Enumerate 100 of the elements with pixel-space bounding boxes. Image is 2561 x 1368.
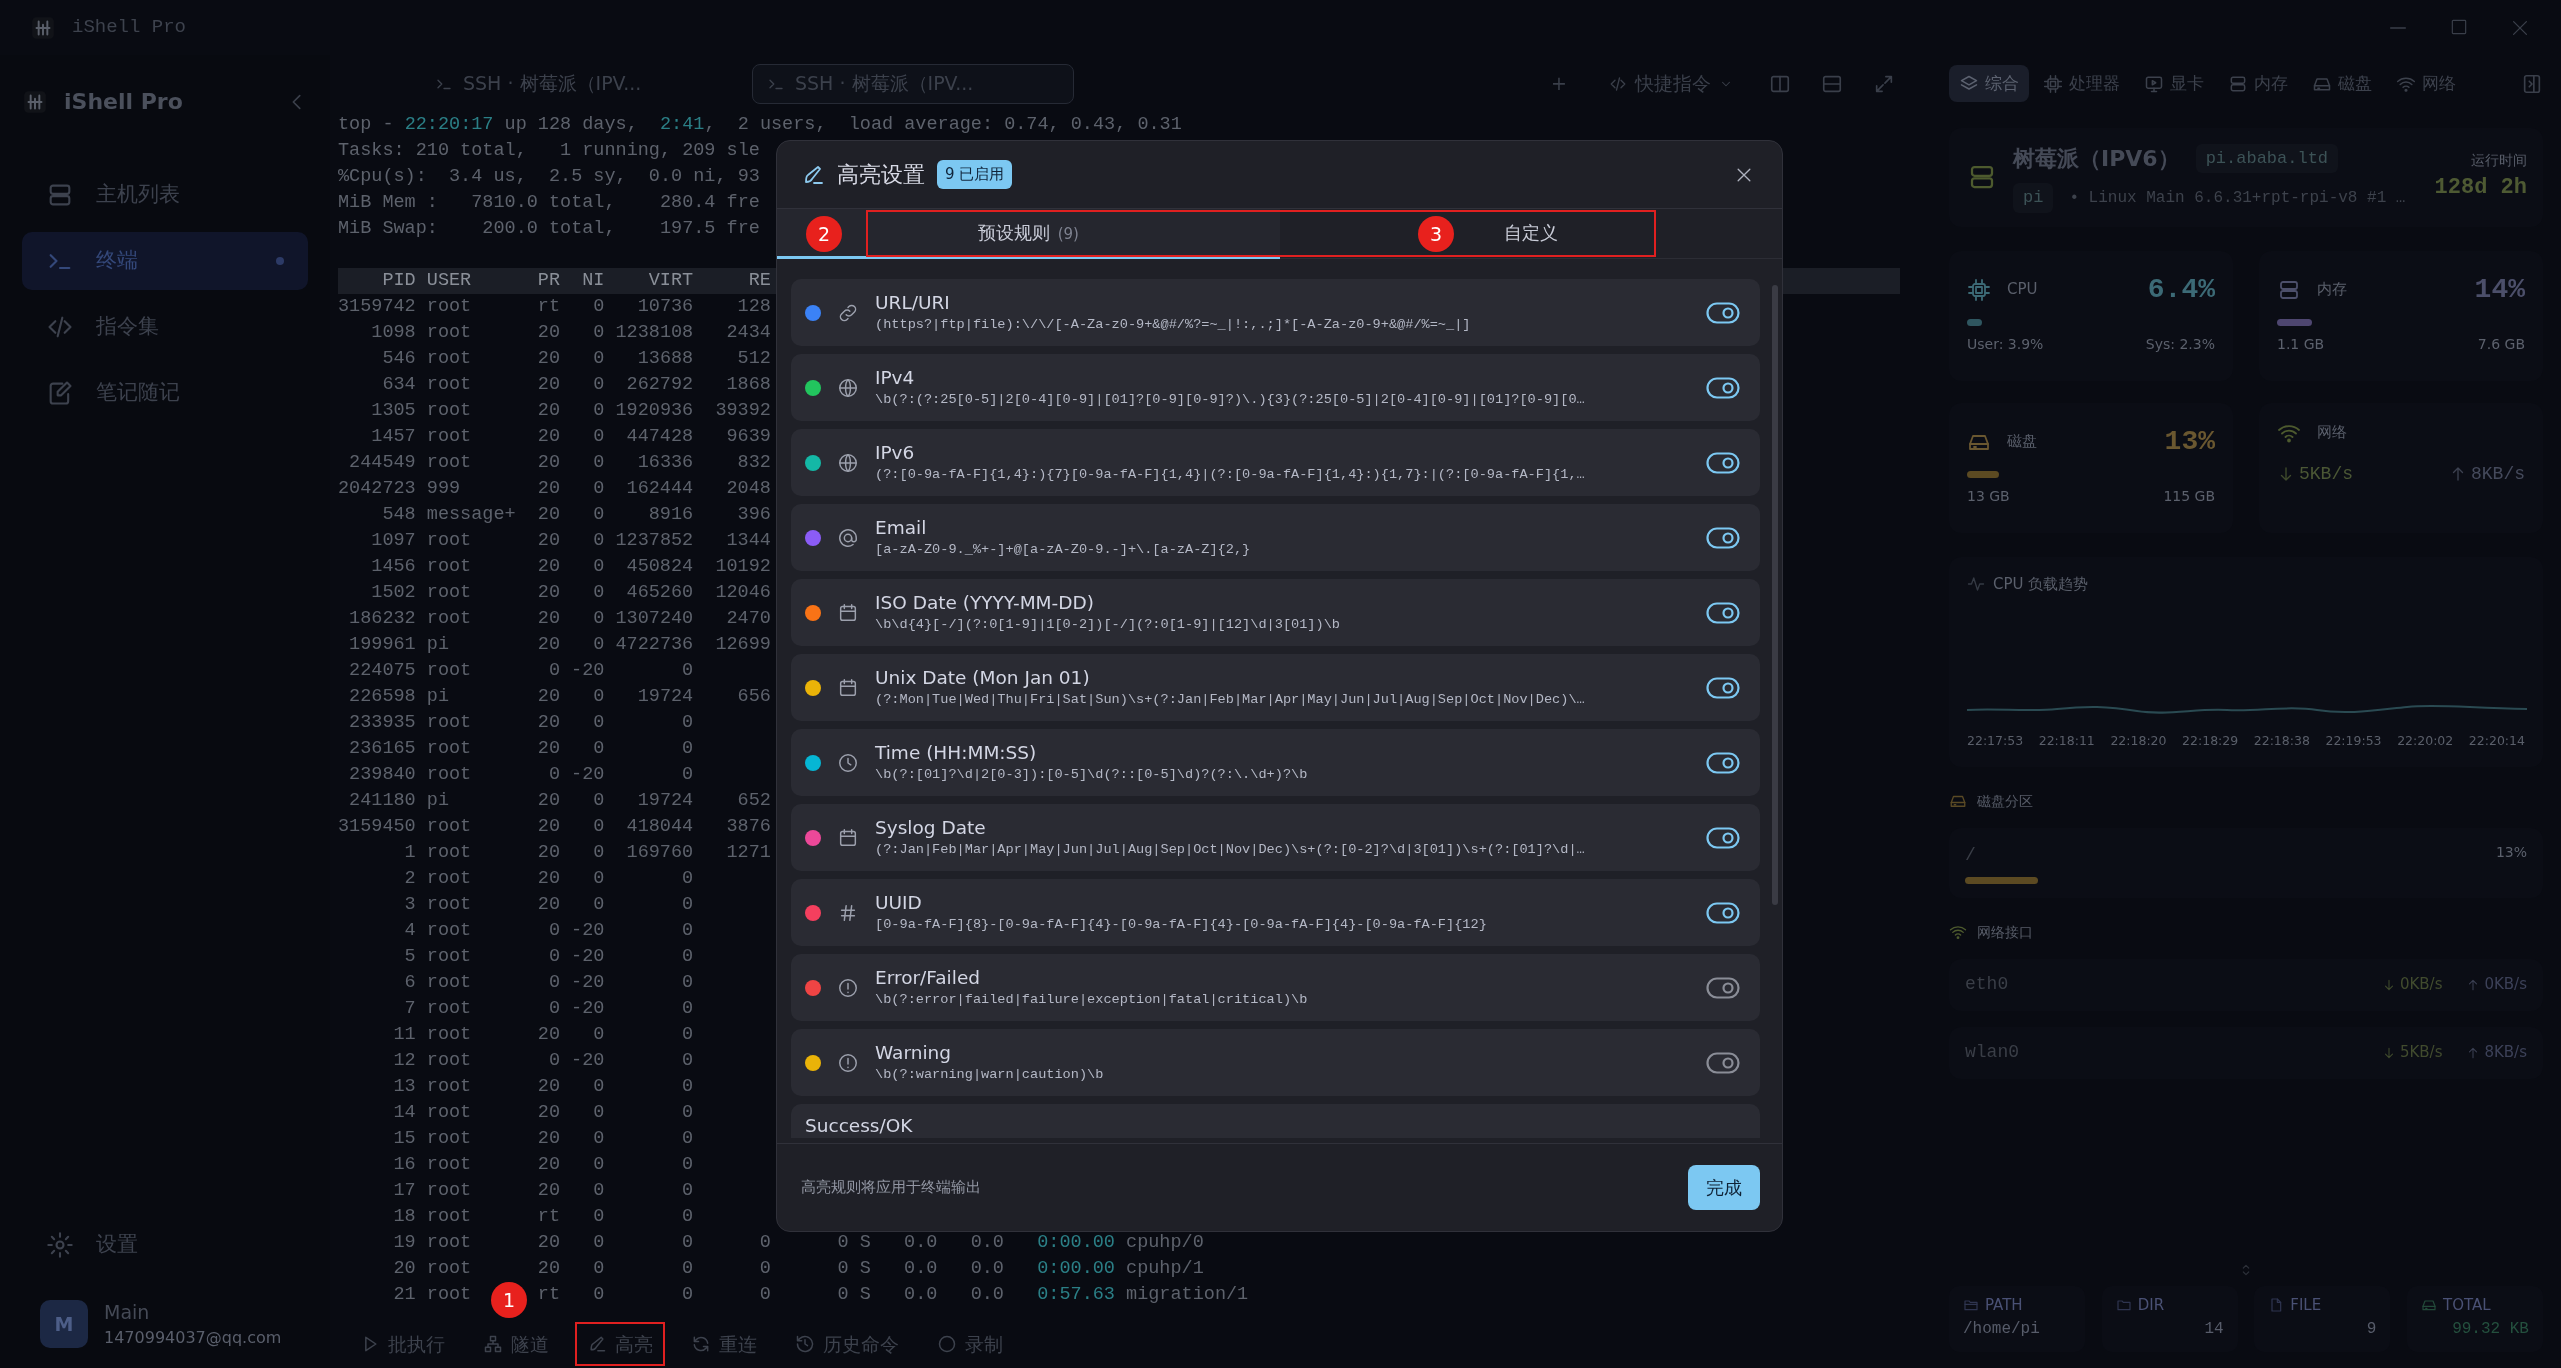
code-icon — [1609, 74, 1627, 93]
visibility-toggle[interactable] — [1706, 525, 1740, 550]
table-cell-text: -20 — [571, 763, 605, 787]
network-icon — [483, 1334, 503, 1354]
table-cell-text: root — [426, 1283, 472, 1307]
stat-label: 磁盘 — [2007, 431, 2037, 453]
table-cell-text: 0 — [681, 945, 694, 969]
table-cell-text: 20 — [536, 841, 560, 865]
table-cell-text: 1237852 — [615, 529, 694, 553]
section-title: 磁盘分区 — [1977, 791, 2033, 811]
toolbar-button[interactable]: 批执行 — [348, 1321, 457, 1367]
done-button[interactable]: 完成 — [1688, 1165, 1760, 1210]
table-cell-text: 20 — [536, 451, 560, 475]
table-cell-text: 0 — [681, 1101, 694, 1125]
download-rate: 5KB/s — [2299, 462, 2353, 486]
table-cell-text: 0 — [592, 373, 605, 397]
at-sign-icon — [837, 526, 859, 549]
table-cell-text: 3 — [403, 893, 416, 917]
toolbar-button[interactable]: 历史命令 — [783, 1321, 911, 1367]
toolbar-button[interactable]: 重连 — [679, 1321, 769, 1367]
monitor-tab[interactable]: 内存 — [2218, 64, 2298, 103]
visibility-toggle[interactable] — [1706, 300, 1740, 325]
table-cell-text: 4 — [403, 919, 416, 943]
table-cell-text: 0 — [592, 737, 605, 761]
rule-pattern: (?:[0-9a-fA-F]{1,4}:){7}[0-9a-fA-F]{1,4}|(?:[0-9a-fA-F]{1,4}:){1,7}:|(?:[0-9a-fA-F]{1,… — [875, 465, 1585, 484]
table-cell-text: 2434 — [725, 321, 771, 345]
table-cell-text: 20 — [536, 711, 560, 735]
table-cell-text: 0 — [681, 737, 694, 761]
visibility-toggle[interactable] — [1706, 900, 1740, 925]
table-cell-text: 0 — [681, 1049, 694, 1073]
rule-pattern: \b(?:(?:25[0-5]|2[0-4][0-9]|[01]?[0-9][0-9]?)\.){3}(?:25[0-5]|2[0-4][0-9]|[01]?[0-9][0… — [875, 390, 1585, 409]
table-cell-text: 0.0 — [969, 1257, 1004, 1281]
table-cell-text: S — [859, 1283, 871, 1307]
info-value: 14 — [2203, 1318, 2224, 1340]
table-cell-text: 1456 — [370, 555, 416, 579]
toolbar-button[interactable]: 隧道 — [471, 1321, 561, 1367]
visibility-toggle[interactable] — [1706, 1050, 1740, 1075]
visibility-toggle[interactable] — [1706, 600, 1740, 625]
nav-item[interactable]: 指令集 — [22, 298, 308, 356]
table-cell-text: 0 — [547, 919, 560, 943]
exclamation-icon — [837, 976, 859, 999]
table-cell-text: 0 — [592, 581, 605, 605]
stat-detail: 115 GB — [2163, 486, 2215, 506]
clock-icon — [837, 751, 859, 774]
table-cell-text: 656 — [736, 685, 771, 709]
table-cell-text: 0 — [592, 711, 605, 735]
footer-note: 高亮规则将应用于终端输出 — [801, 1177, 981, 1199]
table-cell-text: 19724 — [636, 789, 694, 813]
new-tab-button[interactable]: + — [1545, 68, 1573, 99]
toolbar-button[interactable]: 录制 — [925, 1321, 1015, 1367]
table-cell-text: 7 — [403, 997, 416, 1021]
table-cell-text: 20 — [536, 607, 560, 631]
monitor-tab[interactable]: 综合 — [1949, 64, 2029, 103]
stat-value: 6.4% — [2147, 272, 2215, 307]
snippets-dropdown[interactable]: 快捷指令 — [1603, 68, 1739, 99]
column-header: VIRT — [647, 269, 694, 293]
table-cell-text: 239840 — [348, 763, 416, 787]
table-cell-text: 20 — [536, 893, 560, 917]
table-cell-text: 0 — [592, 1101, 605, 1125]
table-cell-text: 15 — [392, 1127, 416, 1151]
column-header: USER — [426, 269, 472, 293]
table-cell-text: -20 — [571, 1049, 605, 1073]
user-avatar[interactable]: M — [40, 1299, 88, 1348]
toolbar-button[interactable]: 高亮 — [575, 1321, 665, 1367]
table-cell-text: 0.0 — [903, 1231, 938, 1255]
monitor-tab[interactable]: 显卡 — [2134, 64, 2214, 103]
table-cell-text: root — [426, 763, 472, 787]
active-dot — [276, 257, 284, 265]
visibility-toggle[interactable] — [1706, 975, 1740, 1000]
visibility-toggle[interactable] — [1706, 375, 1740, 400]
terminal-text: top - — [338, 114, 395, 135]
terminal-text: Tasks: 210 total, 1 running, 209 sle — [338, 140, 760, 161]
monitor-tab[interactable]: 网络 — [2386, 64, 2466, 103]
nav-item[interactable]: 主机列表 — [22, 166, 308, 224]
table-cell-text: root — [426, 451, 472, 475]
table-cell-text: root — [426, 919, 472, 943]
nav-item[interactable]: 终端 — [22, 232, 308, 290]
table-cell-text: 1457 — [370, 425, 416, 449]
table-cell-text: 0 — [592, 321, 605, 345]
time-label: 22:17:53 — [1967, 731, 2024, 750]
table-cell-text: 546 — [381, 347, 416, 371]
info-label: FILE — [2290, 1295, 2322, 1316]
table-cell-text: 3876 — [725, 815, 771, 839]
table-cell-text: 13688 — [636, 347, 694, 371]
table-cell-text: -20 — [571, 919, 605, 943]
monitor-tab[interactable]: 磁盘 — [2302, 64, 2382, 103]
visibility-toggle[interactable] — [1706, 675, 1740, 700]
terminal-text: 22:20:17 — [404, 114, 494, 135]
visibility-toggle[interactable] — [1706, 750, 1740, 775]
visibility-toggle[interactable] — [1706, 825, 1740, 850]
rule-pattern: \b(?:warning|warn|caution)\b — [875, 1065, 1104, 1084]
table-cell-text: 1307240 — [615, 607, 694, 631]
globe-icon — [837, 376, 859, 399]
stat-label: 内存 — [2317, 279, 2347, 301]
table-cell-text: 20 — [536, 815, 560, 839]
settings-item[interactable]: 设置 — [22, 1215, 308, 1274]
table-cell-text: 233935 — [348, 711, 416, 735]
visibility-toggle[interactable] — [1706, 450, 1740, 475]
terminal-tab[interactable]: SSH · 树莓派（IPV... — [420, 63, 742, 104]
nav-item[interactable]: 笔记随记 — [22, 364, 308, 422]
